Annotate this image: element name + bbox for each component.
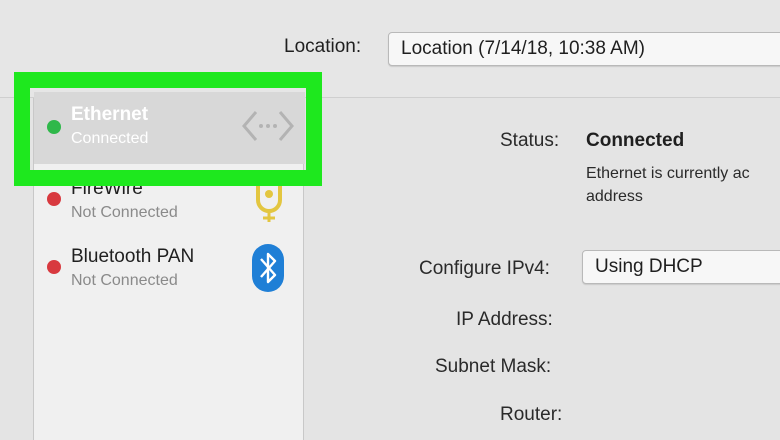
status-dot-not-connected [47, 260, 61, 274]
service-item-ethernet[interactable]: Ethernet Connected [34, 92, 305, 164]
router-label: Router: [500, 404, 563, 425]
service-name: FireWire [71, 178, 143, 199]
bluetooth-icon [252, 244, 284, 292]
service-item-firewire[interactable]: FireWire Not Connected [34, 164, 305, 230]
location-label: Location: [284, 36, 362, 57]
firewire-icon [256, 173, 282, 222]
ip-address-label: IP Address: [456, 309, 553, 330]
status-value: Connected [586, 130, 685, 151]
location-bar: Location: Location (7/14/18, 10:38 AM) [0, 0, 780, 98]
service-name: Bluetooth PAN [71, 246, 195, 267]
configure-ipv4-label: Configure IPv4: [419, 258, 550, 279]
status-description: Ethernet is currently ac address [586, 165, 750, 205]
service-status: Not Connected [71, 272, 178, 289]
subnet-mask-label: Subnet Mask: [435, 356, 552, 377]
ethernet-arrows-icon [242, 111, 294, 141]
service-item-bluetooth-pan[interactable]: Bluetooth PAN Not Connected [34, 234, 305, 300]
service-status: Not Connected [71, 204, 178, 221]
service-status: Connected [71, 130, 149, 147]
status-dot-connected [47, 120, 61, 134]
network-service-list: Ethernet Connected FireWire Not Connecte… [33, 92, 305, 440]
service-name: Ethernet [71, 104, 149, 125]
configure-ipv4-select[interactable]: Using DHCP [582, 250, 780, 284]
status-label: Status: [500, 130, 560, 151]
status-dot-not-connected [47, 192, 61, 206]
location-select[interactable]: Location (7/14/18, 10:38 AM) [388, 32, 780, 66]
